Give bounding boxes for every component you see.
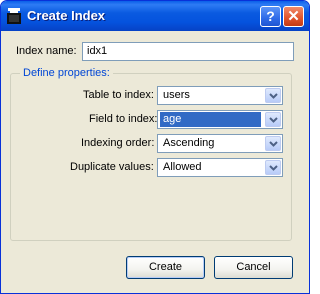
title-bar[interactable]: Create Index ? ✕ [1,1,309,31]
indexing-order-label: Indexing order: [81,137,155,149]
indexing-order-select[interactable]: Ascending [157,134,283,153]
field-to-index-value: age [160,112,261,127]
indexing-order-value: Ascending [163,137,215,149]
dropdown-arrow-icon[interactable] [265,112,281,127]
table-to-index-value: users [163,89,190,101]
help-icon: ? [266,8,275,24]
create-index-dialog: Create Index ? ✕ Index name: idx1 Define… [0,0,310,294]
window-app-icon [7,8,21,24]
index-name-input[interactable]: idx1 [82,42,294,61]
table-to-index-label: Table to index: [83,89,154,101]
field-to-index-label: Field to index: [89,113,158,125]
dropdown-arrow-icon[interactable] [265,160,281,175]
define-properties-title: Define properties: [20,67,113,79]
duplicate-values-label: Duplicate values: [70,161,154,173]
duplicate-values-value: Allowed [163,161,202,173]
help-button[interactable]: ? [260,6,281,27]
dropdown-arrow-icon[interactable] [265,88,281,103]
table-to-index-select[interactable]: users [157,86,283,105]
cancel-button[interactable]: Cancel [214,256,293,279]
create-button[interactable]: Create [126,256,205,279]
index-name-value: idx1 [87,45,108,57]
index-name-label: Index name: [16,45,77,57]
dropdown-arrow-icon[interactable] [265,136,281,151]
window-title: Create Index [27,8,106,23]
close-icon: ✕ [287,8,300,25]
field-to-index-select[interactable]: age [157,110,283,129]
duplicate-values-select[interactable]: Allowed [157,158,283,177]
close-button[interactable]: ✕ [283,6,304,27]
